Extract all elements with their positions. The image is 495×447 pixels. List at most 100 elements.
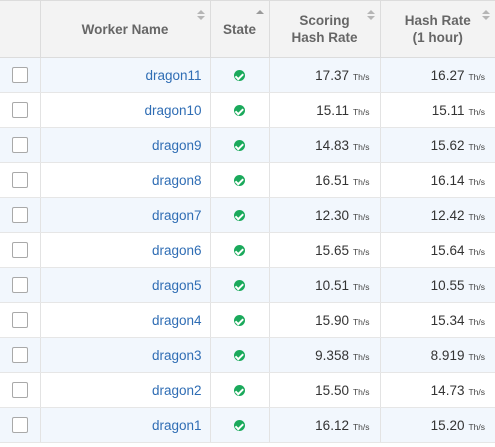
row-checkbox[interactable] — [11, 382, 28, 399]
scoring-value: 16.51 — [315, 172, 349, 188]
hash-rate-cell: 14.73 Th/s — [380, 372, 495, 408]
hashrate-unit: Th/s — [468, 386, 485, 397]
table-row[interactable]: dragon2 15.50 Th/s 14.73 Th/s — [0, 372, 495, 408]
scoring-hash-rate-cell: 16.51 Th/s — [269, 162, 381, 198]
hashrate-unit: Th/s — [468, 351, 485, 362]
hashrate-value: 15.20 — [430, 417, 465, 433]
workers-table: Worker Name State Scoring Hash Rate Hash… — [0, 0, 495, 443]
scoring-hash-rate-cell: 15.11 Th/s — [269, 92, 381, 128]
row-checkbox[interactable] — [11, 312, 28, 329]
table-row[interactable]: dragon3 9.358 Th/s 8.919 Th/s — [0, 337, 495, 373]
worker-name-link[interactable]: dragon2 — [152, 383, 202, 398]
worker-name-cell: dragon4 — [40, 302, 211, 338]
scoring-header-line1: Scoring — [299, 13, 350, 28]
hash-rate-cell: 15.34 Th/s — [380, 302, 495, 338]
hash-rate-cell: 16.27 Th/s — [380, 57, 495, 93]
status-ok-icon — [234, 385, 245, 397]
state-cell — [210, 407, 270, 443]
table-row[interactable]: dragon6 15.65 Th/s 15.64 Th/s — [0, 232, 495, 268]
hashrate-unit: Th/s — [468, 211, 485, 222]
state-cell — [210, 197, 270, 233]
scoring-unit: Th/s — [352, 141, 370, 152]
worker-name-link[interactable]: dragon7 — [152, 208, 202, 223]
worker-name-cell: dragon3 — [40, 337, 211, 373]
scoring-unit: Th/s — [352, 106, 370, 117]
row-checkbox[interactable] — [11, 347, 28, 364]
table-row[interactable]: dragon5 10.51 Th/s 10.55 Th/s — [0, 267, 495, 303]
scoring-hash-rate-column-header[interactable]: Scoring Hash Rate — [268, 0, 381, 58]
scoring-hash-rate-cell: 14.83 Th/s — [269, 127, 381, 163]
scoring-hash-rate-cell: 15.90 Th/s — [269, 302, 381, 338]
hash-rate-1h-column-header[interactable]: Hash Rate (1 hour) — [379, 0, 495, 58]
worker-name-link[interactable]: dragon3 — [152, 348, 202, 363]
sort-up-icon[interactable] — [255, 10, 264, 14]
row-select-cell — [0, 197, 41, 233]
scoring-hash-rate-cell: 16.12 Th/s — [269, 407, 381, 443]
table-row[interactable]: dragon8 16.51 Th/s 16.14 Th/s — [0, 162, 495, 198]
scoring-value: 12.30 — [315, 207, 349, 223]
worker-name-link[interactable]: dragon6 — [152, 243, 202, 258]
status-ok-icon — [234, 315, 245, 327]
table-row[interactable]: dragon10 15.11 Th/s 15.11 Th/s — [0, 92, 495, 128]
hashrate-header-line1: Hash Rate — [404, 13, 471, 28]
worker-name-cell: dragon7 — [40, 197, 211, 233]
row-checkbox[interactable] — [11, 67, 28, 84]
worker-name-link[interactable]: dragon10 — [144, 103, 201, 118]
worker-name-cell: dragon2 — [40, 372, 211, 408]
row-checkbox[interactable] — [11, 137, 28, 154]
row-select-cell — [0, 57, 41, 93]
table-row[interactable]: dragon4 15.90 Th/s 15.34 Th/s — [0, 302, 495, 338]
worker-name-link[interactable]: dragon5 — [152, 278, 202, 293]
row-select-cell — [0, 372, 41, 408]
row-select-cell — [0, 407, 41, 443]
hashrate-value: 8.919 — [430, 347, 465, 363]
state-cell — [210, 267, 270, 303]
scoring-unit: Th/s — [352, 176, 370, 187]
worker-name-cell: dragon5 — [40, 267, 211, 303]
state-cell — [210, 162, 270, 198]
status-ok-icon — [234, 210, 245, 222]
scoring-hash-rate-cell: 12.30 Th/s — [269, 197, 381, 233]
row-checkbox[interactable] — [11, 417, 28, 434]
worker-name-link[interactable]: dragon11 — [145, 68, 201, 83]
scoring-value: 15.50 — [315, 382, 349, 398]
row-checkbox[interactable] — [11, 242, 28, 259]
scoring-unit: Th/s — [352, 246, 370, 257]
row-select-cell — [0, 232, 41, 268]
worker-name-link[interactable]: dragon9 — [152, 138, 202, 153]
hashrate-unit: Th/s — [468, 106, 485, 117]
status-ok-icon — [234, 420, 245, 432]
table-row[interactable]: dragon9 14.83 Th/s 15.62 Th/s — [0, 127, 495, 163]
worker-name-cell: dragon1 — [40, 407, 211, 443]
scoring-value: 9.358 — [315, 347, 349, 363]
worker-name-column-header[interactable]: Worker Name — [39, 0, 211, 58]
state-cell — [210, 92, 270, 128]
worker-name-cell: dragon6 — [40, 232, 211, 268]
sort-arrows-icon[interactable] — [366, 10, 375, 20]
scoring-unit: Th/s — [352, 316, 370, 327]
worker-name-link[interactable]: dragon4 — [152, 313, 202, 328]
scoring-value: 16.12 — [315, 417, 349, 433]
row-checkbox[interactable] — [11, 277, 28, 294]
table-row[interactable]: dragon7 12.30 Th/s 12.42 Th/s — [0, 197, 495, 233]
row-checkbox[interactable] — [11, 207, 28, 224]
scoring-value: 14.83 — [315, 137, 349, 153]
sort-arrows-icon[interactable] — [196, 10, 205, 20]
state-cell — [210, 337, 270, 373]
worker-name-link[interactable]: dragon8 — [152, 173, 202, 188]
hashrate-unit: Th/s — [468, 71, 485, 82]
table-row[interactable]: dragon1 16.12 Th/s 15.20 Th/s — [0, 407, 495, 443]
row-checkbox[interactable] — [11, 102, 28, 119]
worker-name-cell: dragon11 — [40, 57, 211, 93]
hash-rate-cell: 8.919 Th/s — [380, 337, 495, 373]
worker-name-cell: dragon9 — [40, 127, 211, 163]
state-column-header[interactable]: State — [209, 0, 270, 58]
status-ok-icon — [234, 140, 245, 152]
table-row[interactable]: dragon11 17.37 Th/s 16.27 Th/s — [0, 57, 495, 93]
sort-arrows-icon[interactable] — [482, 10, 490, 20]
worker-name-link[interactable]: dragon1 — [152, 418, 202, 433]
row-checkbox[interactable] — [11, 172, 28, 189]
scoring-hash-rate-cell: 15.65 Th/s — [269, 232, 381, 268]
hash-rate-cell: 15.64 Th/s — [380, 232, 495, 268]
row-select-cell — [0, 127, 41, 163]
